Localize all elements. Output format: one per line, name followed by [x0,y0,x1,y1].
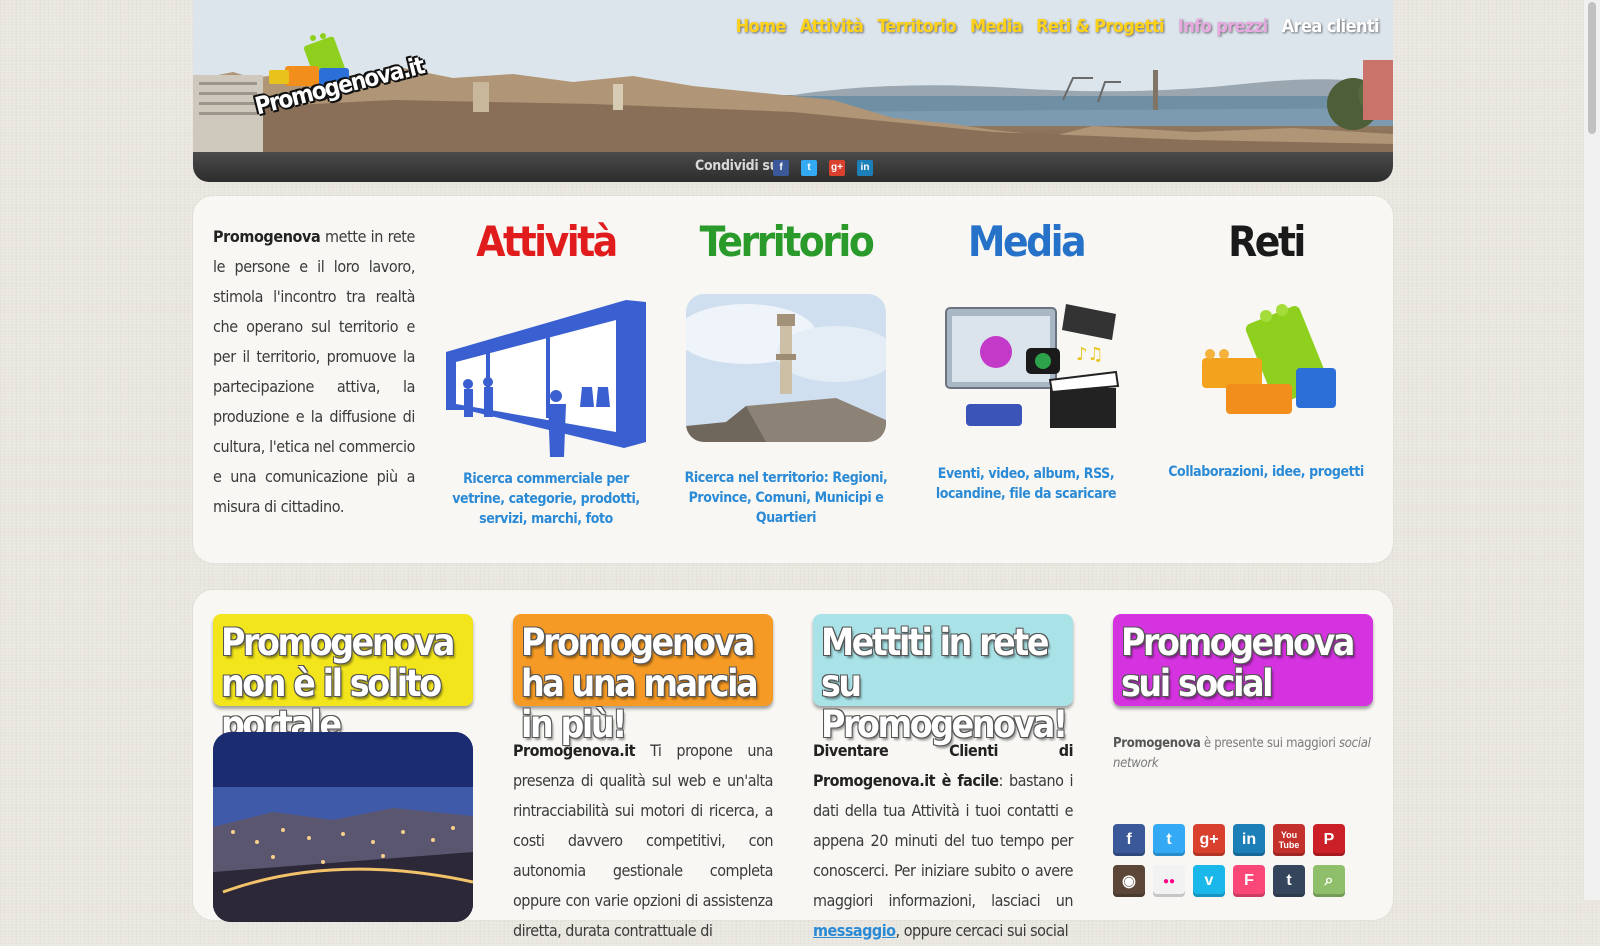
linkedin-icon[interactable]: in [1233,824,1265,856]
intro-panel: Promogenova mette in rete le persone e i… [193,196,1393,563]
foursquare-icon[interactable]: F [1233,865,1265,897]
nav-item-area-clienti[interactable]: Area clienti [1282,16,1380,37]
box-body: Promogenova.it Ti propone una presenza d… [513,736,774,946]
category-title[interactable]: Reti [1161,216,1371,268]
share-bar: Condividi su f t g+ in [193,152,1393,182]
box-social: Promogenova sui social Promogenova è pre… [1113,614,1373,897]
twitter-icon[interactable]: t [1153,824,1185,856]
category-description[interactable]: Ricerca commerciale per vetrine, categor… [441,469,651,529]
category-title[interactable]: Attività [441,216,651,268]
message-link[interactable]: messaggio [813,921,896,940]
scrollbar-thumb[interactable] [1588,2,1596,134]
nav-item-media[interactable]: Media [970,16,1023,37]
genova-night-photo [213,732,473,922]
body-tail: , oppure cercaci sui social [895,921,1069,940]
box-title[interactable]: Mettiti in rete su Promogenova! [821,614,1068,745]
google-plus-icon[interactable]: g+ [829,160,845,176]
main-navigation: Home Attività Territorio Media Reti & Proget… [736,16,1380,37]
category-reti[interactable]: Reti Collaborazioni, idee, progetti [1161,216,1371,482]
svg-text:♪♫: ♪♫ [1076,344,1104,365]
google-plus-icon[interactable]: g+ [1193,824,1225,856]
category-title[interactable]: Territorio [681,216,891,268]
nav-item-attivit[interactable]: Attività [800,16,864,37]
intro-body: mette in rete le persone e il loro lavor… [213,227,415,516]
youtube-icon[interactable]: You Tube [1273,824,1305,856]
box-heading[interactable]: Promogenova sui social [1113,614,1373,706]
body-text: Ti propone una presenza di qualità sul w… [513,741,774,940]
media-icon[interactable]: ♪♫ [926,294,1126,438]
social-note: Promogenova è presente sui maggiori soci… [1113,734,1373,774]
twitter-icon[interactable]: t [801,160,817,176]
box-title[interactable]: Promogenova sui social [1121,614,1365,704]
linkedin-icon[interactable]: in [857,160,873,176]
category-description[interactable]: Eventi, video, album, RSS, locandine, fi… [921,464,1131,504]
category-description[interactable]: Collaborazioni, idee, progetti [1161,462,1371,482]
box-title[interactable]: Promogenova ha una marcia in più! [521,614,765,745]
body-brand: Promogenova.it [513,741,636,760]
box-extra-gear: Promogenova ha una marcia in più! Promog… [513,614,774,946]
category-media[interactable]: Media ♪♫ Eventi, video, album, RSS, loca… [921,216,1131,504]
social-icons-grid: f t g+ in You Tube P ◉ ●● v Ft ⌕ [1113,824,1373,897]
category-attivita[interactable]: Attività Ricerca commerciale per vetrine… [441,216,651,529]
vimeo-icon[interactable]: v [1193,865,1225,897]
map-search-icon[interactable]: ⌕ [1313,865,1345,897]
category-description[interactable]: Ricerca nel territorio: Regioni, Provinc… [681,468,891,528]
intro-text: Promogenova mette in rete le persone e i… [213,222,415,522]
flickr-icon[interactable]: ●● [1153,865,1185,897]
box-title[interactable]: Promogenova non è il solito portale [221,614,465,745]
facebook-icon[interactable]: f [773,160,789,176]
category-title[interactable]: Media [921,216,1131,268]
site-header: Promogenova.it Home Attività Territorio Med… [193,0,1393,182]
tumblr-icon[interactable]: t [1273,865,1305,897]
box-join-network: Mettiti in rete su Promogenova! Diventar… [813,614,1074,946]
nav-item-info-prezzi[interactable]: Info prezzi [1178,16,1268,37]
box-heading[interactable]: Promogenova ha una marcia in più! [513,614,773,745]
intro-brand: Promogenova [213,227,321,246]
note-brand: Promogenova [1113,736,1201,751]
features-panel: Promogenova non è il solito portale Prom… [193,590,1393,940]
pinterest-icon[interactable]: P [1313,824,1345,856]
category-territorio[interactable]: Territorio Ricerca nel territorio: Regio… [681,216,891,528]
page-scrollbar[interactable] [1583,0,1600,900]
box-heading[interactable]: Mettiti in rete su Promogenova! [813,614,1073,745]
genova-panorama-banner: Promogenova.it Home Attività Territorio Med… [193,0,1393,152]
note-text: è presente sui maggiori [1200,736,1340,751]
facebook-icon[interactable]: f [1113,824,1145,856]
lighthouse-icon[interactable] [686,294,886,442]
nav-item-reti-progetti[interactable]: Reti & Progetti [1036,16,1164,37]
body-text: : bastano i dati della tua Attività i tu… [813,771,1074,910]
box-body: Diventare Clienti di Promogenova.it è fa… [813,736,1074,946]
bricks-icon[interactable] [1166,296,1366,430]
shopfront-icon[interactable] [446,292,646,457]
box-heading[interactable]: Promogenova non è il solito portale [213,614,473,745]
share-label: Condividi su [695,158,779,174]
nav-item-territorio[interactable]: Territorio [877,16,956,37]
nav-item-home[interactable]: Home [736,16,787,37]
instagram-icon[interactable]: ◉ [1113,865,1145,897]
box-not-usual-portal: Promogenova non è il solito portale [213,614,473,922]
